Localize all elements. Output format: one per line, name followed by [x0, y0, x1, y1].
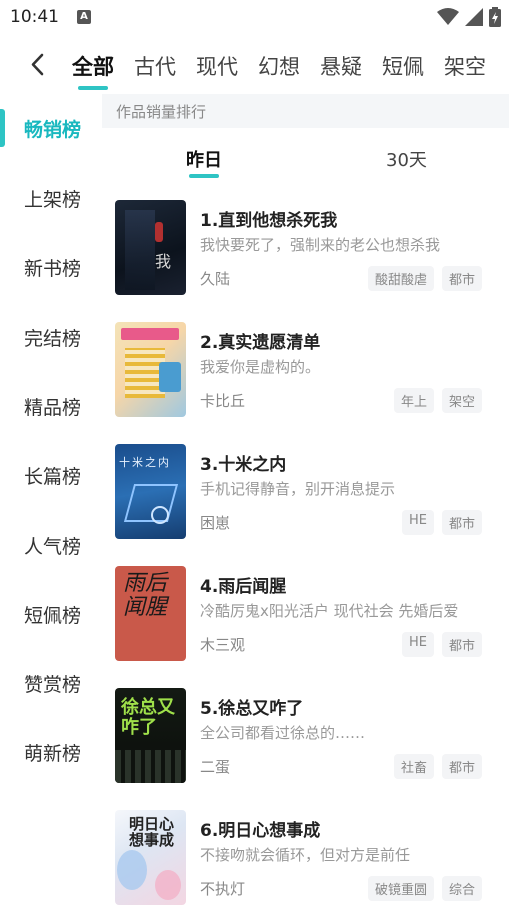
tab-all[interactable]: 全部: [72, 51, 114, 90]
sidebar-item-short[interactable]: 短佩榜: [24, 601, 81, 628]
book-cover: 我: [115, 200, 186, 295]
top-nav: 全部 古代 现代 幻想 悬疑 短佩 架空: [0, 40, 509, 92]
cover-title-text: 明日心想事成: [129, 815, 175, 849]
book-item[interactable]: 2.真实遗愿清单 我爱你是虚构的。 卡比丘 年上 架空: [102, 322, 509, 434]
wifi-icon: [437, 8, 459, 25]
book-author: 木三观: [200, 636, 246, 654]
period-yesterday[interactable]: 昨日: [186, 146, 222, 178]
book-tag: HE: [401, 510, 434, 535]
tab-short[interactable]: 短佩: [382, 51, 424, 81]
book-description: 全公司都看过徐总的……: [200, 724, 366, 742]
book-description: 不接吻就会循环，但对方是前任: [200, 846, 411, 864]
book-tag: 综合: [441, 876, 482, 901]
ranking-sidebar: 畅销榜 上架榜 新书榜 完结榜 精品榜 长篇榜 人气榜 短佩榜 赞赏榜 萌新榜: [0, 96, 102, 906]
cover-title-text: 雨后闻腥: [123, 571, 168, 620]
period-30days[interactable]: 30天: [386, 146, 427, 172]
book-title: 1.直到他想杀死我: [200, 211, 338, 231]
chevron-left-icon: [31, 53, 44, 76]
sidebar-item-long[interactable]: 长篇榜: [24, 462, 81, 489]
sidebar-item-tips[interactable]: 赞赏榜: [24, 670, 81, 697]
sidebar-item-completed[interactable]: 完结榜: [24, 324, 81, 351]
book-item[interactable]: 明日心想事成 6.明日心想事成 不接吻就会循环，但对方是前任 不执灯 破镜重圆 …: [102, 810, 509, 922]
back-button[interactable]: [24, 50, 54, 80]
book-author: 困崽: [200, 514, 231, 532]
book-author: 卡比丘: [200, 392, 246, 410]
book-tag: 都市: [441, 754, 482, 779]
cover-title-text: 徐总又咋了: [121, 697, 175, 738]
book-title: 2.真实遗愿清单: [200, 333, 321, 353]
book-tag: 社畜: [393, 754, 434, 779]
book-cover: 徐总又咋了: [115, 688, 186, 783]
tab-ancient[interactable]: 古代: [134, 51, 176, 81]
book-tags: 年上 架空: [393, 388, 482, 413]
ranking-main: 作品销量排行 昨日 30天 我 1.直到他想杀死我 我快要死了，强制来的老公也想…: [102, 94, 509, 906]
book-tag: 破镜重圆: [367, 876, 434, 901]
sidebar-item-quality[interactable]: 精品榜: [24, 393, 81, 420]
book-item[interactable]: 徐总又咋了 5.徐总又咋了 全公司都看过徐总的…… 二蛋 社畜 都市: [102, 688, 509, 800]
book-tags: HE 都市: [401, 632, 482, 657]
book-description: 手机记得静音，别开消息提示: [200, 480, 396, 498]
category-tabs: 全部 古代 现代 幻想 悬疑 短佩 架空: [72, 40, 506, 92]
status-icons: [437, 6, 501, 28]
status-time: 10:41: [10, 7, 59, 27]
book-tags: 破镜重圆 综合: [367, 876, 482, 901]
book-author: 二蛋: [200, 758, 231, 776]
book-item[interactable]: 雨后闻腥 4.雨后闻腥 冷酷厉鬼x阳光活户 现代社会 先婚后爱 木三观 HE 都…: [102, 566, 509, 678]
book-title: 3.十米之内: [200, 455, 287, 475]
sidebar-active-indicator: [0, 109, 5, 147]
book-tags: 社畜 都市: [393, 754, 482, 779]
book-tag: 都市: [441, 632, 482, 657]
status-bar: 10:41 A: [0, 0, 509, 34]
cover-title-text: 我: [155, 252, 172, 271]
cover-title-text: 十米之内: [119, 456, 171, 469]
book-item[interactable]: 我 1.直到他想杀死我 我快要死了，强制来的老公也想杀我 久陆 酸甜酸虐 都市: [102, 200, 509, 312]
ranking-header: 作品销量排行: [102, 94, 509, 128]
book-description: 我快要死了，强制来的老公也想杀我: [200, 236, 441, 254]
book-tags: 酸甜酸虐 都市: [367, 266, 482, 291]
book-title: 5.徐总又咋了: [200, 699, 304, 719]
signal-icon: [465, 8, 483, 26]
book-description: 我爱你是虚构的。: [200, 358, 321, 376]
book-tag: 都市: [441, 510, 482, 535]
book-tags: HE 都市: [401, 510, 482, 535]
book-author: 不执灯: [200, 880, 246, 898]
book-item[interactable]: 十米之内 3.十米之内 手机记得静音，别开消息提示 困崽 HE 都市: [102, 444, 509, 556]
book-cover: 明日心想事成: [115, 810, 186, 905]
tab-fictional[interactable]: 架空: [444, 51, 486, 81]
tab-suspense[interactable]: 悬疑: [320, 51, 362, 81]
book-title: 6.明日心想事成: [200, 821, 321, 841]
ranking-title: 作品销量排行: [116, 103, 207, 121]
book-cover: [115, 322, 186, 417]
book-cover: 雨后闻腥: [115, 566, 186, 661]
book-tag: HE: [401, 632, 434, 657]
tab-modern[interactable]: 现代: [196, 51, 238, 81]
sidebar-item-new[interactable]: 新书榜: [24, 254, 81, 281]
book-cover: 十米之内: [115, 444, 186, 539]
app-notification-icon: A: [77, 10, 91, 24]
book-author: 久陆: [200, 270, 231, 288]
sidebar-item-popular[interactable]: 人气榜: [24, 532, 81, 559]
sidebar-item-newcomer[interactable]: 萌新榜: [24, 739, 81, 766]
sidebar-item-bestseller[interactable]: 畅销榜: [24, 115, 81, 142]
tab-fantasy[interactable]: 幻想: [258, 51, 300, 81]
book-tag: 酸甜酸虐: [367, 266, 434, 291]
sidebar-item-listed[interactable]: 上架榜: [24, 185, 81, 212]
book-tag: 都市: [441, 266, 482, 291]
book-tag: 年上: [393, 388, 434, 413]
book-tag: 架空: [441, 388, 482, 413]
book-description: 冷酷厉鬼x阳光活户 现代社会 先婚后爱: [200, 602, 459, 620]
battery-icon: [489, 7, 501, 27]
book-title: 4.雨后闻腥: [200, 577, 287, 597]
